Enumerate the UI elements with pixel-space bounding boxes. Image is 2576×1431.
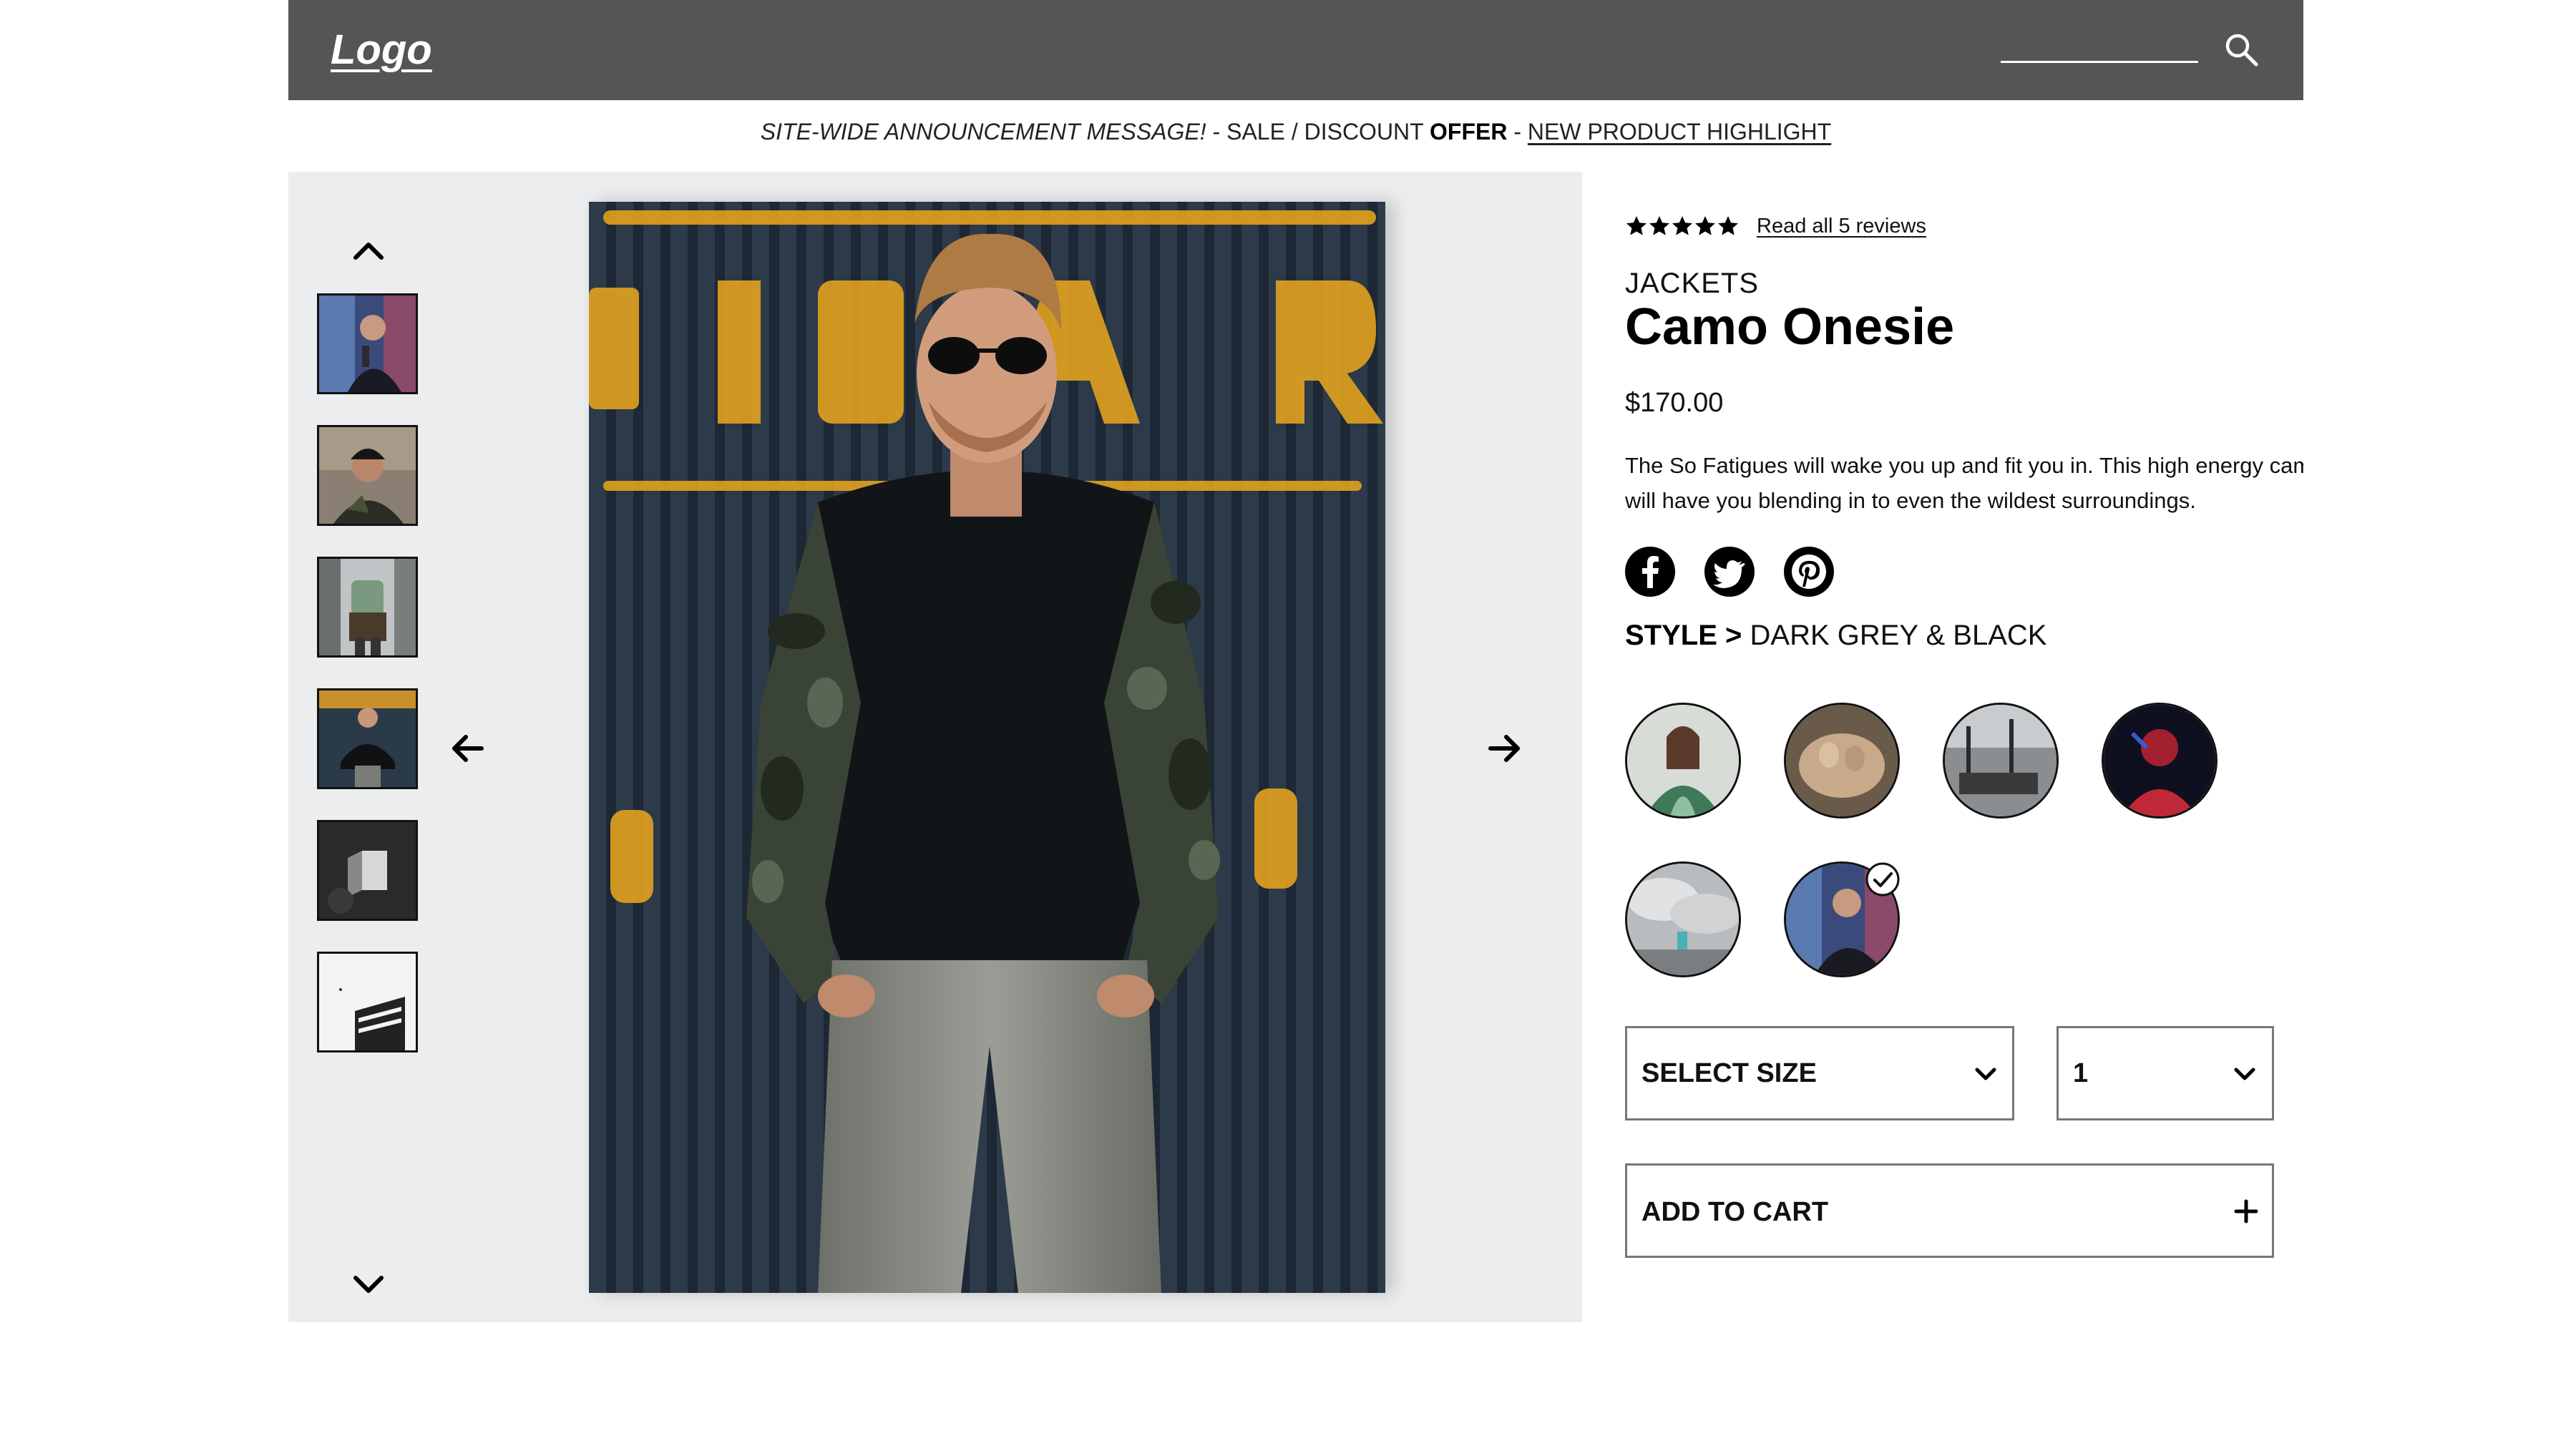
chevron-up-icon[interactable] [348, 230, 389, 270]
thumbnail-building-bw[interactable] [317, 952, 418, 1053]
chevron-down-icon [1975, 1068, 1996, 1080]
thumbnail-graffiti-portrait[interactable] [317, 293, 418, 394]
main-product-image[interactable] [589, 202, 1385, 1293]
style-swatch-cloudy-sky[interactable] [1625, 861, 1741, 977]
site-header: Logo [288, 0, 2303, 100]
search-input[interactable] [2001, 61, 2198, 63]
style-swatch-cat[interactable] [1784, 703, 1900, 819]
description-line: The So Fatigues will wake you up and fit… [1625, 453, 2303, 478]
read-reviews-link[interactable]: Read all 5 reviews [1757, 215, 1926, 238]
twitter-icon[interactable] [1704, 547, 1755, 597]
announcement-message: SITE-WIDE ANNOUNCEMENT MESSAGE! [760, 119, 1206, 145]
search-icon[interactable] [2223, 31, 2260, 69]
add-to-cart-button[interactable]: ADD TO CART [1625, 1163, 2274, 1258]
style-label: STYLE > [1625, 620, 1742, 651]
style-selector-label: STYLE > DARK GREY & BLACK [1625, 620, 2046, 652]
announcement-offer: OFFER [1430, 119, 1508, 145]
product-gallery [288, 172, 1582, 1322]
quantity-select[interactable]: 1 [2057, 1026, 2274, 1120]
product-category: JACKETS [1625, 268, 1760, 299]
chevron-down-icon [2234, 1068, 2255, 1080]
announcement-sale: - SALE / DISCOUNT [1206, 119, 1430, 145]
style-swatch-harbor[interactable] [1943, 703, 2059, 819]
thumbnail-camo-sweater[interactable] [317, 688, 418, 789]
star-icon [1695, 216, 1715, 235]
announcement-separator: - [1507, 119, 1528, 145]
size-select-label: SELECT SIZE [1641, 1058, 1817, 1088]
star-icon [1672, 216, 1692, 235]
style-swatch-red-neon[interactable] [2102, 703, 2218, 819]
thumbnail-dark-room[interactable] [317, 820, 418, 921]
add-to-cart-label: ADD TO CART [1641, 1197, 1829, 1227]
style-value: DARK GREY & BLACK [1742, 620, 2047, 651]
quantity-value: 1 [2073, 1058, 2089, 1088]
star-rating [1625, 215, 1740, 238]
chevron-down-icon[interactable] [348, 1265, 389, 1305]
arrow-right-icon[interactable] [1485, 728, 1525, 768]
social-share [1625, 547, 1863, 597]
plus-icon [2234, 1199, 2258, 1224]
arrow-left-icon[interactable] [447, 728, 487, 768]
logo[interactable]: Logo [331, 26, 432, 74]
thumbnail-backpack-street[interactable] [317, 557, 418, 658]
description-line: will have you blending in to even the wi… [1625, 488, 2196, 513]
announcement-link[interactable]: NEW PRODUCT HIGHLIGHT [1528, 119, 1831, 145]
facebook-icon[interactable] [1625, 547, 1675, 597]
rating-row: Read all 5 reviews [1625, 212, 1926, 240]
thumbnail-beanie-portrait[interactable] [317, 425, 418, 526]
product-title: Camo Onesie [1625, 298, 1955, 356]
product-description: The So Fatigues will wake you up and fit… [1625, 448, 2303, 519]
announcement-bar: SITE-WIDE ANNOUNCEMENT MESSAGE! - SALE /… [288, 119, 2303, 155]
style-swatch-green-jacket[interactable] [1625, 703, 1741, 819]
product-price: $170.00 [1625, 388, 1724, 418]
selected-check-icon [1865, 862, 1900, 897]
star-icon [1626, 216, 1646, 235]
pinterest-icon[interactable] [1784, 547, 1834, 597]
size-select[interactable]: SELECT SIZE [1625, 1026, 2014, 1120]
star-icon [1718, 216, 1738, 235]
star-icon [1649, 216, 1669, 235]
